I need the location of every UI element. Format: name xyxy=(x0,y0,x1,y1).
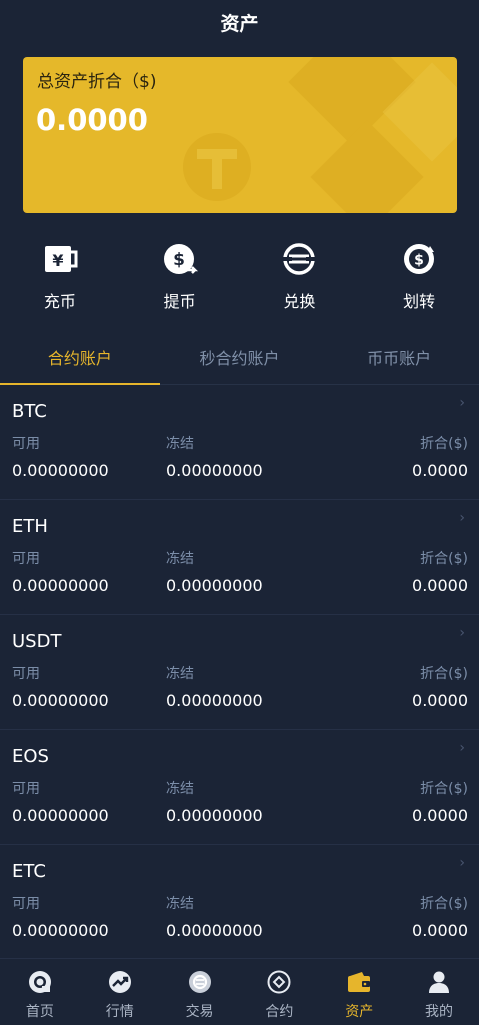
frozen-value: 0.00000000 xyxy=(166,691,263,710)
home-icon xyxy=(28,971,51,993)
card-watermark-icon xyxy=(183,57,457,213)
converted-label: 折合($) xyxy=(420,896,468,912)
top-bar: 资产 xyxy=(0,0,479,44)
nav-home[interactable]: 首页 xyxy=(0,959,80,1025)
bottom-nav: 首页 行情 交易 合约 资产 我的 xyxy=(0,958,479,1025)
transfer-button[interactable]: $ 划转 xyxy=(359,240,479,320)
nav-assets-label: 资产 xyxy=(345,1004,374,1020)
svg-text:$: $ xyxy=(414,253,424,269)
asset-row[interactable]: EOS › 可用 冻结 折合($) 0.00000000 0.00000000 … xyxy=(0,730,479,845)
nav-market-label: 行情 xyxy=(105,1004,134,1020)
svg-text:$: $ xyxy=(173,250,185,270)
available-label: 可用 xyxy=(12,666,40,682)
asset-name: ETH xyxy=(12,516,48,537)
available-value: 0.00000000 xyxy=(12,461,109,480)
transfer-label: 划转 xyxy=(403,292,436,311)
converted-value: 0.0000 xyxy=(412,576,468,595)
withdraw-label: 提币 xyxy=(163,292,196,311)
contract-icon xyxy=(267,970,291,994)
available-value: 0.00000000 xyxy=(12,806,109,825)
converted-label: 折合($) xyxy=(420,436,468,452)
svg-text:¥: ¥ xyxy=(52,251,63,270)
nav-market[interactable]: 行情 xyxy=(80,959,160,1025)
chevron-right-icon: › xyxy=(459,740,465,756)
frozen-value: 0.00000000 xyxy=(166,576,263,595)
nav-contract-label: 合约 xyxy=(265,1004,294,1020)
withdraw-button[interactable]: $ 提币 xyxy=(120,240,240,320)
available-value: 0.00000000 xyxy=(12,921,109,940)
chevron-right-icon: › xyxy=(459,510,465,526)
nav-home-label: 首页 xyxy=(25,1004,54,1020)
total-assets-card: 总资产折合（$) 0.0000 xyxy=(23,57,457,213)
frozen-value: 0.00000000 xyxy=(166,461,263,480)
total-assets-label: 总资产折合（$) xyxy=(37,72,157,92)
asset-name: ETC xyxy=(12,861,46,882)
account-tabs: 合约账户 秒合约账户 币币账户 xyxy=(0,330,479,385)
exchange-label: 兑换 xyxy=(283,292,316,311)
wallet-icon xyxy=(348,972,371,992)
available-label: 可用 xyxy=(12,551,40,567)
asset-row[interactable]: USDT › 可用 冻结 折合($) 0.00000000 0.00000000… xyxy=(0,615,479,730)
tab-contract-account[interactable]: 合约账户 xyxy=(0,330,160,385)
tab-second-contract-account[interactable]: 秒合约账户 xyxy=(160,330,320,384)
converted-value: 0.0000 xyxy=(412,921,468,940)
market-icon xyxy=(108,971,131,993)
asset-name: USDT xyxy=(12,631,62,652)
tab-spot-account[interactable]: 币币账户 xyxy=(319,330,479,384)
available-value: 0.00000000 xyxy=(12,576,109,595)
converted-label: 折合($) xyxy=(420,551,468,567)
deposit-icon: ¥ xyxy=(44,246,78,272)
converted-value: 0.0000 xyxy=(412,806,468,825)
nav-profile-label: 我的 xyxy=(425,1004,454,1020)
converted-label: 折合($) xyxy=(420,666,468,682)
asset-row[interactable]: BTC › 可用 冻结 折合($) 0.00000000 0.00000000 … xyxy=(0,385,479,500)
action-row: ¥ 充币 $ 提币 兑换 $ 划转 xyxy=(0,240,479,320)
asset-row[interactable]: ETC › 可用 冻结 折合($) 0.00000000 0.00000000 … xyxy=(0,845,479,960)
trade-icon xyxy=(188,971,211,993)
available-label: 可用 xyxy=(12,436,40,452)
asset-name: EOS xyxy=(12,746,49,767)
exchange-icon xyxy=(282,243,317,275)
total-assets-value: 0.0000 xyxy=(36,103,148,137)
transfer-icon: $ xyxy=(404,244,435,274)
available-value: 0.00000000 xyxy=(12,691,109,710)
chevron-right-icon: › xyxy=(459,855,465,871)
withdraw-icon: $ xyxy=(163,244,198,274)
nav-contract[interactable]: 合约 xyxy=(239,959,319,1025)
converted-label: 折合($) xyxy=(420,781,468,797)
frozen-label: 冻结 xyxy=(166,436,194,452)
converted-value: 0.0000 xyxy=(412,691,468,710)
exchange-button[interactable]: 兑换 xyxy=(240,240,360,320)
asset-list: BTC › 可用 冻结 折合($) 0.00000000 0.00000000 … xyxy=(0,385,479,960)
frozen-label: 冻结 xyxy=(166,666,194,682)
asset-name: BTC xyxy=(12,401,47,422)
nav-trade-label: 交易 xyxy=(185,1004,214,1020)
frozen-label: 冻结 xyxy=(166,896,194,912)
frozen-value: 0.00000000 xyxy=(166,806,263,825)
available-label: 可用 xyxy=(12,896,40,912)
deposit-button[interactable]: ¥ 充币 xyxy=(0,240,120,320)
page-title: 资产 xyxy=(220,12,259,35)
available-label: 可用 xyxy=(12,781,40,797)
chevron-right-icon: › xyxy=(459,625,465,641)
frozen-label: 冻结 xyxy=(166,781,194,797)
nav-assets[interactable]: 资产 xyxy=(319,959,399,1025)
profile-icon xyxy=(429,971,450,993)
deposit-label: 充币 xyxy=(43,292,76,311)
converted-value: 0.0000 xyxy=(412,461,468,480)
nav-trade[interactable]: 交易 xyxy=(160,959,240,1025)
nav-profile[interactable]: 我的 xyxy=(399,959,479,1025)
chevron-right-icon: › xyxy=(459,395,465,411)
asset-row[interactable]: ETH › 可用 冻结 折合($) 0.00000000 0.00000000 … xyxy=(0,500,479,615)
frozen-label: 冻结 xyxy=(166,551,194,567)
frozen-value: 0.00000000 xyxy=(166,921,263,940)
